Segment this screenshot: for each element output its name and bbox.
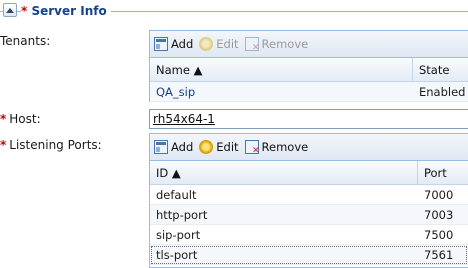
tenants-edit-button[interactable]: Edit: [199, 37, 239, 51]
host-label: * Host:: [0, 112, 41, 126]
edit-icon: [199, 140, 214, 154]
tenants-remove-label: Remove: [261, 37, 309, 51]
ports-table-header: ID ▲ Port: [150, 161, 468, 185]
port-number-cell: 7561: [424, 247, 454, 262]
add-icon: [154, 37, 168, 51]
section-title: * Server Info: [21, 4, 111, 18]
tenants-table-header: Name ▲ State: [150, 58, 468, 82]
column-header-port[interactable]: Port: [418, 161, 468, 184]
required-marker: *: [0, 112, 7, 126]
collapse-toggle-button[interactable]: [3, 3, 17, 17]
table-row[interactable]: tls-port 7561: [150, 245, 468, 265]
tenants-edit-label: Edit: [216, 37, 239, 51]
tenant-state-cell: Enabled: [419, 84, 466, 99]
column-header-name[interactable]: Name ▲: [150, 58, 413, 81]
remove-icon: [244, 37, 260, 53]
tenants-grid: Add Edit Remove Name ▲ State QA_sip Enab…: [149, 30, 468, 102]
chevron-up-icon: [6, 7, 14, 13]
tenants-add-button[interactable]: Add: [154, 37, 193, 51]
ports-toolbar: Add Edit Remove: [150, 134, 468, 161]
tenants-toolbar: Add Edit Remove: [150, 31, 468, 58]
listening-ports-grid: Add Edit Remove ID ▲ Port default 7000 h…: [149, 133, 468, 268]
column-header-state[interactable]: State: [413, 58, 468, 81]
section-title-text: Server Info: [31, 4, 107, 18]
port-id-cell: default: [156, 187, 197, 202]
ports-remove-button[interactable]: Remove: [244, 140, 309, 156]
host-input[interactable]: rh54x64-1: [149, 109, 468, 129]
ports-edit-button[interactable]: Edit: [199, 140, 239, 154]
table-row[interactable]: default 7000: [150, 185, 468, 205]
required-marker: *: [21, 4, 28, 18]
tenants-add-label: Add: [171, 37, 194, 51]
remove-icon: [244, 140, 260, 156]
table-row[interactable]: QA_sip Enabled: [150, 82, 468, 102]
required-marker: *: [0, 138, 7, 152]
edit-icon: [199, 37, 214, 51]
table-row[interactable]: http-port 7003: [150, 205, 468, 225]
column-header-id[interactable]: ID ▲: [150, 161, 418, 184]
tenants-label: Tenants:: [0, 34, 51, 48]
table-row[interactable]: sip-port 7500: [150, 225, 468, 245]
port-number-cell: 7003: [424, 207, 454, 222]
port-number-cell: 7500: [424, 227, 454, 242]
tenants-remove-button[interactable]: Remove: [244, 37, 309, 53]
port-id-cell: http-port: [156, 207, 208, 222]
ports-add-button[interactable]: Add: [154, 140, 193, 154]
ports-add-label: Add: [171, 140, 194, 154]
port-number-cell: 7000: [424, 187, 454, 202]
ports-edit-label: Edit: [216, 140, 239, 154]
listening-ports-label-text: Listening Ports:: [9, 138, 102, 152]
ports-remove-label: Remove: [261, 140, 309, 154]
host-label-text: Host:: [9, 112, 41, 126]
server-info-header: * Server Info: [0, 0, 468, 22]
port-id-cell: sip-port: [156, 227, 201, 242]
listening-ports-label: * Listening Ports:: [0, 138, 102, 152]
add-icon: [154, 140, 168, 154]
tenant-name-cell[interactable]: QA_sip: [150, 82, 413, 101]
port-id-cell: tls-port: [156, 247, 198, 262]
